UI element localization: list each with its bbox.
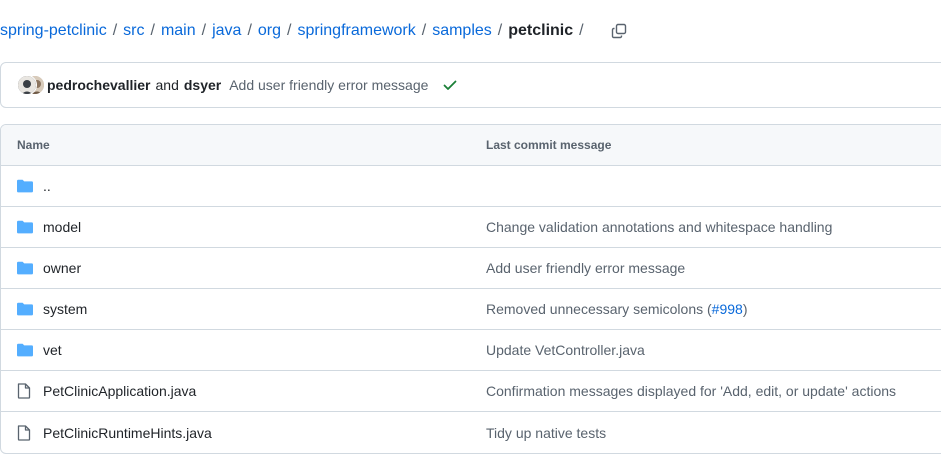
file-link-petclinicruntimehints[interactable]: PetClinicRuntimeHints.java bbox=[43, 425, 212, 441]
commit-avatars[interactable] bbox=[17, 74, 45, 96]
name-cell: vet bbox=[1, 342, 486, 358]
latest-commit-message[interactable]: Add user friendly error message bbox=[229, 77, 428, 93]
name-cell: owner bbox=[1, 260, 486, 276]
file-icon bbox=[17, 383, 35, 399]
name-cell: PetClinicRuntimeHints.java bbox=[1, 425, 486, 441]
file-icon bbox=[17, 424, 35, 441]
table-row[interactable]: system Removed unnecessary semicolons (#… bbox=[1, 289, 941, 330]
breadcrumb-separator: / bbox=[150, 22, 155, 39]
breadcrumb: spring-petclinic / src / main / java / o… bbox=[0, 18, 632, 44]
folder-icon bbox=[17, 219, 35, 235]
pull-request-link[interactable]: #998 bbox=[712, 301, 743, 317]
name-cell: model bbox=[1, 219, 486, 235]
commit-status-button[interactable] bbox=[442, 77, 458, 93]
breadcrumb-separator: / bbox=[579, 22, 584, 39]
table-row[interactable]: vet Update VetController.java bbox=[1, 330, 941, 371]
commit-message-link[interactable]: Add user friendly error message bbox=[486, 260, 941, 276]
folder-icon bbox=[17, 342, 35, 358]
file-link-petclinicapplication[interactable]: PetClinicApplication.java bbox=[43, 383, 196, 399]
commit-message-link[interactable]: Change validation annotations and whites… bbox=[486, 219, 941, 235]
breadcrumb-separator: / bbox=[247, 22, 252, 39]
breadcrumb-java[interactable]: java bbox=[212, 22, 241, 40]
commit-message-link[interactable]: Update VetController.java bbox=[486, 342, 941, 358]
latest-commit-bar: pedrochevallier and dsyer Add user frien… bbox=[0, 62, 941, 108]
folder-icon bbox=[17, 260, 35, 276]
breadcrumb-main[interactable]: main bbox=[161, 22, 196, 40]
breadcrumb-separator: / bbox=[497, 22, 503, 39]
breadcrumb-src[interactable]: src bbox=[123, 22, 144, 40]
breadcrumb-separator: / bbox=[287, 22, 292, 39]
folder-icon bbox=[17, 301, 35, 317]
breadcrumb-samples[interactable]: samples bbox=[432, 22, 492, 40]
name-cell: .. bbox=[1, 178, 486, 194]
breadcrumb-springframework[interactable]: springframework bbox=[297, 22, 415, 40]
copy-path-button[interactable] bbox=[606, 18, 632, 44]
breadcrumb-spring-petclinic[interactable]: spring-petclinic bbox=[0, 22, 107, 40]
check-icon bbox=[444, 80, 457, 90]
avatar[interactable] bbox=[17, 75, 37, 95]
commit-message-link[interactable]: Tidy up native tests bbox=[486, 425, 941, 441]
breadcrumb-separator: / bbox=[112, 22, 118, 39]
and-text: and bbox=[155, 77, 179, 93]
commit-coauthor-link[interactable]: dsyer bbox=[184, 77, 221, 93]
column-header-name: Name bbox=[17, 138, 50, 152]
name-cell: PetClinicApplication.java bbox=[1, 383, 486, 399]
copy-icon bbox=[611, 23, 626, 39]
breadcrumb-org[interactable]: org bbox=[258, 22, 281, 40]
commit-message-link[interactable]: Removed unnecessary semicolons ( bbox=[486, 301, 712, 317]
commit-author-link[interactable]: pedrochevallier bbox=[47, 77, 151, 93]
folder-link-vet[interactable]: vet bbox=[43, 342, 62, 358]
commit-message-cell: Removed unnecessary semicolons (#998) bbox=[486, 301, 941, 317]
table-row[interactable]: .. bbox=[1, 166, 941, 207]
name-cell: system bbox=[1, 301, 486, 317]
folder-link-model[interactable]: model bbox=[43, 219, 81, 235]
table-row[interactable]: PetClinicRuntimeHints.java Tidy up nativ… bbox=[1, 412, 941, 453]
table-row[interactable]: owner Add user friendly error message bbox=[1, 248, 941, 289]
commit-message-suffix[interactable]: ) bbox=[743, 301, 748, 317]
commit-message-link[interactable]: Confirmation messages displayed for 'Add… bbox=[486, 383, 941, 399]
breadcrumb-separator: / bbox=[421, 22, 427, 39]
table-row[interactable]: PetClinicApplication.java Confirmation m… bbox=[1, 371, 941, 412]
folder-icon bbox=[17, 178, 35, 194]
file-table: Name Last commit message .. model Change… bbox=[0, 124, 941, 454]
breadcrumb-separator: / bbox=[201, 22, 207, 39]
table-header: Name Last commit message bbox=[1, 125, 941, 166]
table-row[interactable]: model Change validation annotations and … bbox=[1, 207, 941, 248]
parent-directory-link[interactable]: .. bbox=[43, 178, 51, 194]
breadcrumb-current-petclinic: petclinic bbox=[508, 22, 574, 39]
column-header-last-commit-message: Last commit message bbox=[486, 138, 612, 152]
folder-link-system[interactable]: system bbox=[43, 301, 87, 317]
folder-link-owner[interactable]: owner bbox=[43, 260, 81, 276]
